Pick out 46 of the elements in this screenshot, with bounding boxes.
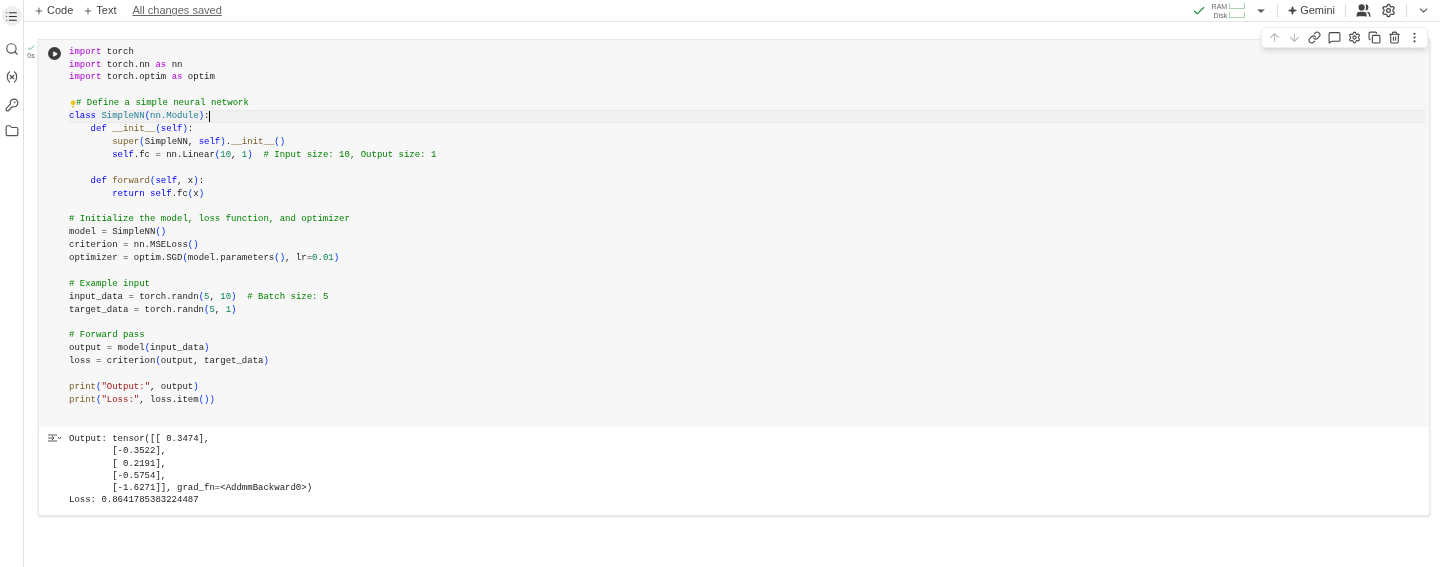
code-line: print("Loss:", loss.item()): [69, 393, 215, 407]
code-line: # Initialize the model, loss function, and optimizer: [69, 213, 350, 227]
add-code-button[interactable]: Code: [34, 2, 74, 19]
delete-icon[interactable]: [1388, 31, 1401, 44]
code-line: # Example input: [69, 277, 150, 291]
sparkle-icon: [1288, 6, 1298, 15]
link-icon[interactable]: [1308, 31, 1321, 44]
code-line: print("Output:", output): [69, 380, 199, 394]
key-icon[interactable]: [4, 98, 19, 112]
code-line: input_data = torch.randn(5, 10) # Batch size: 5: [69, 290, 329, 304]
output-toggle-icon[interactable]: [47, 432, 61, 443]
code-line: optimizer = optim.SGD(model.parameters(), lr=0.01): [69, 251, 340, 265]
cell-output: Output: tensor([[ 0.3474], [-0.3522], [ 0.2191], [-0.5754], [-1.6271]], grad_fn=<AddmmBackward0>) Loss: 0.8641785383224487: [69, 432, 313, 507]
plus-icon: [83, 5, 94, 16]
code-line: return self.fc(x): [111, 187, 205, 201]
search-icon[interactable]: [4, 42, 19, 56]
run-cell-button[interactable]: [47, 47, 61, 60]
code-line: target_data = torch.randn(5, 1): [69, 303, 237, 317]
code-line: import torch: [69, 45, 134, 59]
code-line: class SimpleNN(nn.Module):: [69, 110, 210, 124]
plus-icon: [34, 5, 44, 16]
variables-icon[interactable]: [4, 70, 19, 84]
code-line: super(SimpleNN, self).__init__(): [111, 135, 286, 149]
add-text-button[interactable]: Text: [83, 2, 117, 19]
code-line: loss = criterion(output, target_data): [69, 355, 269, 369]
code-line: self.fc = nn.Linear(10, 1) # Input size: 10, Output size: 1: [111, 148, 437, 162]
code-line: import torch.optim as optim: [69, 71, 215, 85]
gemini-button[interactable]: Gemini: [1288, 2, 1335, 19]
code-line: def __init__(self):: [89, 123, 194, 137]
code-line: model = SimpleNN(): [69, 226, 167, 240]
code-line: output = model(input_data): [69, 342, 210, 356]
settings-icon[interactable]: [1348, 31, 1361, 44]
save-status-link[interactable]: All changes saved: [132, 2, 222, 19]
comment-icon[interactable]: [1328, 31, 1341, 44]
table-of-contents-icon[interactable]: [1, 6, 22, 26]
people-icon[interactable]: [1356, 3, 1371, 18]
ram-meter: [1229, 3, 1246, 9]
folder-icon[interactable]: [4, 124, 19, 138]
disk-meter: [1229, 12, 1246, 18]
play-icon: [51, 50, 58, 57]
code-line: import torch.nn as nn: [69, 58, 183, 72]
code-line: # Define a simple neural network: [76, 97, 249, 111]
code-line: criterion = nn.MSELoss(): [69, 239, 199, 253]
code-line: # Forward pass: [69, 329, 145, 343]
code-line: def forward(self, x):: [89, 174, 205, 188]
settings-icon[interactable]: [1381, 3, 1396, 18]
